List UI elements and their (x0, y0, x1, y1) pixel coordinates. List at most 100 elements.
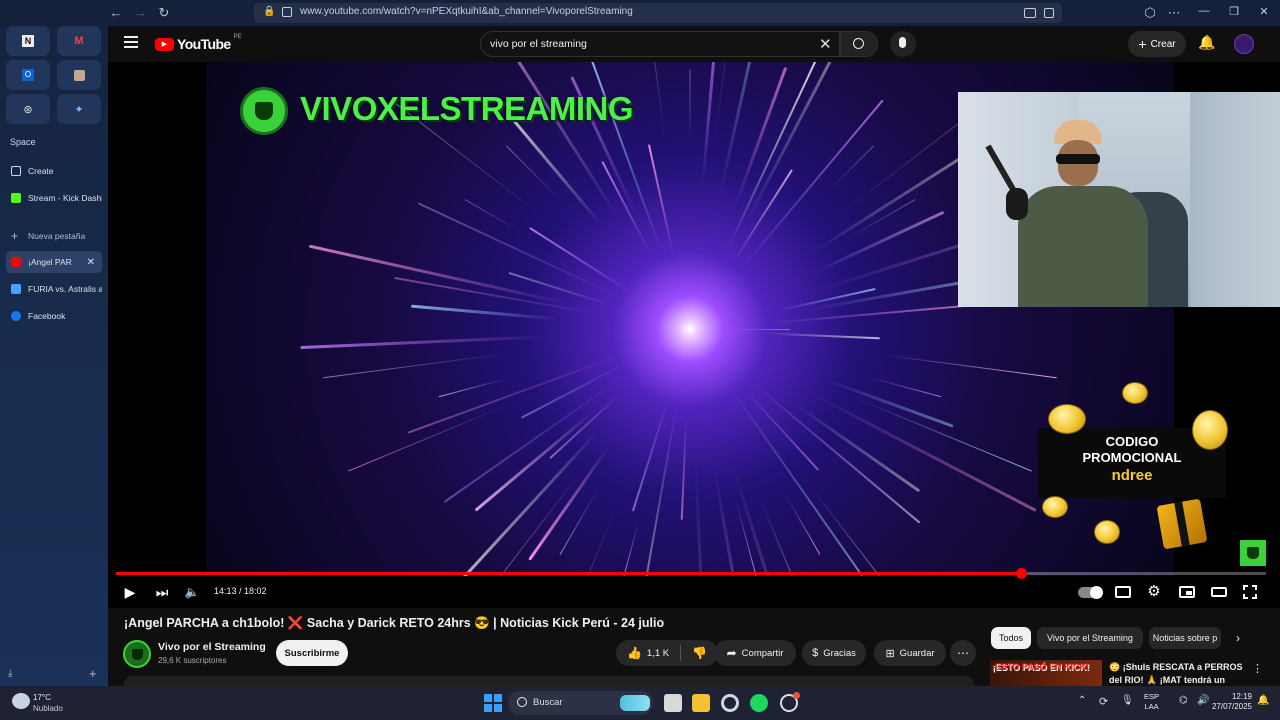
browser-toolbar: ← → ↻ 🔒 www.youtube.com/watch?v=nPEXqtku… (0, 0, 1280, 26)
site-settings-icon[interactable] (282, 7, 292, 17)
light-ray (631, 399, 670, 512)
arc-browser-icon[interactable] (721, 694, 739, 712)
cloudy-weather-icon (12, 693, 30, 709)
pinned-chatgpt-icon[interactable]: ⊛ (6, 94, 50, 124)
theater-mode-icon[interactable] (1211, 587, 1227, 597)
chip-todos[interactable]: Todos (991, 627, 1031, 649)
coin-icon (1192, 410, 1228, 450)
chevron-up-icon[interactable]: ⌃ (1078, 695, 1086, 706)
like-icon[interactable]: 👍 (627, 646, 642, 660)
forward-arrow-icon[interactable]: → (131, 4, 149, 22)
bookmark-icon[interactable] (1044, 8, 1054, 18)
sidebar-tab-furia-astralis[interactable]: FURIA vs. Astralis at (6, 278, 102, 300)
sidebar-tab-facebook[interactable]: Facebook (6, 305, 102, 327)
save-icon: ⊞ (885, 647, 895, 660)
thanks-button[interactable]: $ Gracias (802, 640, 866, 666)
weather-desc[interactable]: Nublado (33, 704, 63, 713)
recommended-thumbnail[interactable]: ¡ESTO PASÓ EN KICK! (990, 660, 1102, 686)
network-icon[interactable]: ⌬ (1179, 695, 1188, 706)
subtitles-icon[interactable] (1115, 586, 1131, 598)
youtube-logo[interactable]: ▶ YouTube PE (155, 34, 242, 52)
miniplayer-icon[interactable] (1179, 586, 1195, 598)
video-player[interactable]: VIVOXELSTREAMING CODIGO PROMOCIONAL ndre… (108, 62, 1280, 608)
chevron-right-icon[interactable]: › (1236, 631, 1240, 645)
sidebar-new-tab[interactable]: + Nueva pestaña (6, 225, 102, 247)
channel-avatar[interactable] (123, 640, 151, 668)
close-tab-icon[interactable]: ✕ (87, 257, 95, 268)
sidebar-tab-youtube-active[interactable]: ¡Angel PAR ✕ (6, 251, 102, 273)
avatar[interactable] (1234, 34, 1254, 54)
play-icon[interactable]: ▶ (122, 582, 138, 602)
volume-icon[interactable]: 🔈 (184, 582, 200, 602)
url-text[interactable]: www.youtube.com/watch?v=nPEXqtkuihI&ab_c… (300, 6, 633, 17)
like-count[interactable]: 1,1 K (647, 648, 669, 659)
channel-name[interactable]: Vivo por el Streaming (158, 641, 266, 653)
sidebar-item-kick-dashboard[interactable]: Stream - Kick Dashb (6, 187, 102, 209)
taskbar-search[interactable]: Buscar (508, 691, 653, 715)
reload-icon[interactable]: ↻ (155, 4, 173, 22)
share-button[interactable]: ➦ Compartir (714, 640, 796, 666)
microphone-icon[interactable]: 🎙 (1121, 695, 1134, 706)
pinned-notion-icon[interactable]: N (6, 26, 50, 56)
clear-search-icon[interactable]: ✕ (819, 35, 832, 53)
fullscreen-icon[interactable] (1242, 584, 1260, 602)
menu-icon[interactable] (124, 36, 138, 48)
sidebar-item-label: ¡Angel PAR (28, 257, 72, 267)
next-video-icon[interactable]: ⏭ (154, 582, 170, 602)
progress-scrubber[interactable] (1016, 568, 1028, 579)
sidebar-item-create[interactable]: Create (6, 160, 102, 182)
chip-vivo-por-el-streaming[interactable]: Vivo por el Streaming (1037, 627, 1143, 649)
weather-temp[interactable]: 17°C (33, 693, 51, 702)
search-button[interactable] (840, 31, 878, 57)
search-box[interactable]: vivo por el streaming ✕ (480, 31, 840, 57)
search-highlight-icon (620, 695, 650, 711)
spotify-icon[interactable] (750, 694, 768, 712)
app-icon[interactable] (780, 692, 800, 712)
notifications-bell-icon[interactable]: 🔔 (1198, 34, 1215, 51)
create-button[interactable]: + Crear (1128, 31, 1186, 57)
like-dislike-group: 👍 1,1 K 👎 (616, 640, 718, 666)
sync-icon[interactable]: ⟳ (1099, 695, 1108, 708)
more-options-icon[interactable]: ⋮ (1252, 662, 1263, 675)
windows-start-icon[interactable] (484, 694, 502, 712)
pinned-gmail-icon[interactable]: M (57, 26, 101, 56)
downloads-icon[interactable]: ⤓ (8, 668, 12, 679)
autoplay-toggle[interactable] (1078, 586, 1103, 599)
clock[interactable]: 12:19 27/07/2025 (1206, 692, 1252, 712)
search-input[interactable]: vivo por el streaming (490, 38, 587, 50)
light-ray (479, 62, 620, 220)
file-explorer-icon[interactable] (692, 694, 710, 712)
settings-gear-icon[interactable]: ⚙ (1144, 582, 1164, 602)
light-ray (323, 353, 509, 379)
search-icon (517, 697, 527, 707)
light-ray (417, 202, 620, 299)
taskbar: 17°C Nublado Buscar ⌃ ⟳ 🎙 ESP LAA ⌬ 🔊 12… (0, 686, 1280, 720)
subscribe-button[interactable]: Suscribirme (276, 640, 348, 666)
progress-bar[interactable] (116, 568, 1266, 579)
task-view-icon[interactable] (664, 694, 682, 712)
extensions-icon[interactable]: ⬡ (1141, 4, 1159, 22)
pinned-gemini-icon[interactable]: ✦ (57, 94, 101, 124)
close-window-icon[interactable]: ✕ (1254, 5, 1274, 18)
maximize-icon[interactable]: ❐ (1224, 5, 1244, 18)
light-ray (826, 145, 875, 193)
pinned-app-icon[interactable] (57, 60, 101, 90)
chip-noticias[interactable]: Noticias sobre p (1149, 627, 1221, 649)
more-actions-icon[interactable]: ⋯ (950, 640, 976, 666)
pinned-outlook-icon[interactable]: O (6, 60, 50, 90)
address-bar[interactable]: 🔒 www.youtube.com/watch?v=nPEXqtkuihI&ab… (254, 3, 1062, 23)
back-arrow-icon[interactable]: ← (107, 4, 125, 22)
voice-search-button[interactable] (890, 31, 916, 57)
recommended-video[interactable]: ¡ESTO PASÓ EN KICK! 😳 ¡Shuls RESCATA a P… (990, 658, 1270, 686)
more-options-icon[interactable]: ⋯ (1165, 4, 1183, 22)
language-code: ESP (1144, 692, 1160, 701)
dislike-icon[interactable]: 👎 (692, 646, 707, 660)
add-space-icon[interactable]: + (89, 666, 97, 681)
create-label: Crear (1150, 38, 1176, 50)
description-box[interactable] (124, 676, 974, 686)
save-button[interactable]: ⊞ Guardar (874, 640, 946, 666)
minimize-icon[interactable]: — (1194, 5, 1214, 17)
screenshot-icon[interactable] (1024, 8, 1036, 18)
notifications-bell-icon[interactable]: 🔔 (1257, 695, 1269, 706)
language-indicator[interactable]: ESP LAA (1144, 692, 1159, 712)
